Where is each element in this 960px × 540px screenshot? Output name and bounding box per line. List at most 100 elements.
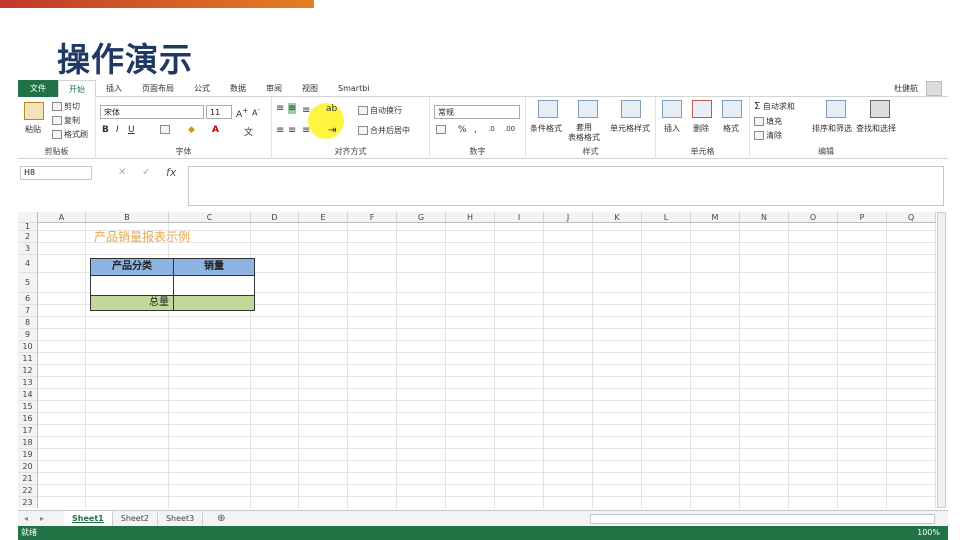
autosum-button[interactable]: Σ 自动求和 bbox=[754, 101, 795, 112]
column-header[interactable]: F bbox=[348, 212, 397, 223]
sheet-tab-1[interactable]: Sheet1 bbox=[64, 511, 113, 526]
insert-cells-button[interactable]: 插入 bbox=[664, 123, 680, 134]
sheet-tab-3[interactable]: Sheet3 bbox=[158, 511, 204, 526]
tab-formulas[interactable]: 公式 bbox=[184, 80, 220, 97]
copy-button[interactable]: 复制 bbox=[52, 115, 80, 126]
decrease-decimal-button[interactable]: .00 bbox=[504, 125, 515, 133]
row-header[interactable]: 13 bbox=[18, 377, 38, 389]
column-header[interactable]: L bbox=[642, 212, 691, 223]
insert-cells-icon[interactable] bbox=[662, 100, 682, 118]
formula-input[interactable] bbox=[188, 166, 944, 206]
row-header[interactable]: 18 bbox=[18, 437, 38, 449]
add-sheet-icon[interactable]: ⊕ bbox=[203, 513, 239, 524]
format-painter-button[interactable]: 格式刷 bbox=[52, 129, 88, 140]
column-header[interactable]: K bbox=[593, 212, 642, 223]
column-header[interactable]: B bbox=[86, 212, 169, 223]
font-color-button[interactable]: A bbox=[212, 125, 219, 135]
column-header[interactable]: C bbox=[169, 212, 251, 223]
total-label-cell[interactable]: 总量 bbox=[90, 295, 174, 311]
indent-button[interactable]: ⇥ bbox=[328, 125, 336, 136]
row-header[interactable]: 15 bbox=[18, 401, 38, 413]
column-header[interactable]: J bbox=[544, 212, 593, 223]
row-header[interactable]: 17 bbox=[18, 425, 38, 437]
column-header[interactable]: M bbox=[691, 212, 740, 223]
align-top-button[interactable]: ≡ bbox=[276, 103, 284, 114]
column-header[interactable]: N bbox=[740, 212, 789, 223]
cancel-icon[interactable]: ✕ bbox=[118, 167, 126, 178]
orientation-button[interactable]: ab bbox=[326, 104, 337, 114]
format-cells-icon[interactable] bbox=[722, 100, 742, 118]
column-header[interactable]: H bbox=[446, 212, 495, 223]
cell-style-icon[interactable] bbox=[621, 100, 641, 118]
column-header[interactable]: I bbox=[495, 212, 544, 223]
italic-button[interactable]: I bbox=[116, 125, 119, 135]
tab-data[interactable]: 数据 bbox=[220, 80, 256, 97]
font-family-select[interactable]: 宋体 bbox=[100, 105, 204, 119]
cut-button[interactable]: 剪切 bbox=[52, 101, 80, 112]
row-header[interactable]: 21 bbox=[18, 473, 38, 485]
phonetic-button[interactable]: 文 bbox=[244, 125, 253, 138]
increase-decimal-button[interactable]: .0 bbox=[488, 125, 495, 133]
conditional-format-button[interactable]: 条件格式 bbox=[530, 123, 562, 134]
vertical-scrollbar[interactable] bbox=[937, 212, 946, 508]
cell-style-button[interactable]: 单元格样式 bbox=[610, 123, 650, 134]
row-header[interactable]: 5 bbox=[18, 273, 38, 293]
insert-function-icon[interactable]: fx bbox=[166, 166, 176, 179]
tab-file[interactable]: 文件 bbox=[18, 79, 58, 97]
column-header[interactable]: A bbox=[38, 212, 86, 223]
column-header[interactable]: D bbox=[251, 212, 299, 223]
column-header[interactable]: G bbox=[397, 212, 446, 223]
tab-home[interactable]: 开始 bbox=[58, 79, 96, 97]
row-header[interactable]: 16 bbox=[18, 413, 38, 425]
fill-color-button[interactable]: ◆ bbox=[188, 125, 195, 135]
row-header[interactable]: 6 bbox=[18, 293, 38, 305]
tab-insert[interactable]: 插入 bbox=[96, 80, 132, 97]
conditional-format-icon[interactable] bbox=[538, 100, 558, 118]
row-header[interactable]: 3 bbox=[18, 243, 38, 255]
sales-value-cell[interactable] bbox=[173, 275, 255, 296]
row-header[interactable]: 1 bbox=[18, 223, 38, 231]
align-center-button[interactable]: ≡ bbox=[288, 125, 296, 136]
row-header[interactable]: 9 bbox=[18, 329, 38, 341]
row-header[interactable]: 7 bbox=[18, 305, 38, 317]
sort-filter-icon[interactable] bbox=[826, 100, 846, 118]
report-title[interactable]: 产品销量报表示例 bbox=[94, 228, 190, 245]
tab-smartbi[interactable]: Smartbi bbox=[328, 80, 380, 97]
column-header[interactable]: Q bbox=[887, 212, 936, 223]
scroll-right-icon[interactable]: ▸ bbox=[34, 514, 50, 523]
percent-button[interactable]: % bbox=[458, 125, 467, 135]
binoculars-icon[interactable] bbox=[870, 100, 890, 118]
confirm-icon[interactable]: ✓ bbox=[142, 167, 150, 178]
column-header[interactable]: P bbox=[838, 212, 887, 223]
table-format-button[interactable]: 套用 表格格式 bbox=[568, 123, 600, 143]
merge-center-button[interactable]: 合并后居中 bbox=[358, 125, 410, 136]
paste-button[interactable]: 粘贴 bbox=[25, 124, 41, 135]
row-header[interactable]: 8 bbox=[18, 317, 38, 329]
find-select-button[interactable]: 查找和选择 bbox=[856, 123, 896, 134]
row-header[interactable]: 22 bbox=[18, 485, 38, 497]
delete-cells-icon[interactable] bbox=[692, 100, 712, 118]
name-box[interactable]: H8 bbox=[20, 166, 92, 180]
underline-button[interactable]: U bbox=[128, 125, 135, 135]
row-header[interactable]: 12 bbox=[18, 365, 38, 377]
shrink-font-button[interactable]: A- bbox=[252, 106, 260, 118]
avatar[interactable] bbox=[926, 81, 942, 96]
user-name[interactable]: 杜健航 bbox=[894, 83, 918, 94]
tab-review[interactable]: 审阅 bbox=[256, 80, 292, 97]
row-header[interactable]: 23 bbox=[18, 497, 38, 508]
format-cells-button[interactable]: 格式 bbox=[723, 123, 739, 134]
sheet-tab-2[interactable]: Sheet2 bbox=[113, 511, 158, 526]
align-left-button[interactable]: ≡ bbox=[276, 125, 284, 136]
bold-button[interactable]: B bbox=[102, 125, 109, 135]
row-header[interactable]: 19 bbox=[18, 449, 38, 461]
grow-font-button[interactable]: A+ bbox=[236, 106, 248, 120]
header-category[interactable]: 产品分类 bbox=[90, 258, 174, 276]
table-format-icon[interactable] bbox=[578, 100, 598, 118]
comma-button[interactable]: , bbox=[474, 125, 477, 135]
row-header[interactable]: 10 bbox=[18, 341, 38, 353]
border-button[interactable] bbox=[160, 125, 172, 134]
row-header[interactable]: 11 bbox=[18, 353, 38, 365]
wrap-text-button[interactable]: 自动换行 bbox=[358, 105, 402, 116]
header-sales[interactable]: 销量 bbox=[173, 258, 255, 276]
clear-button[interactable]: 清除 bbox=[754, 130, 782, 141]
